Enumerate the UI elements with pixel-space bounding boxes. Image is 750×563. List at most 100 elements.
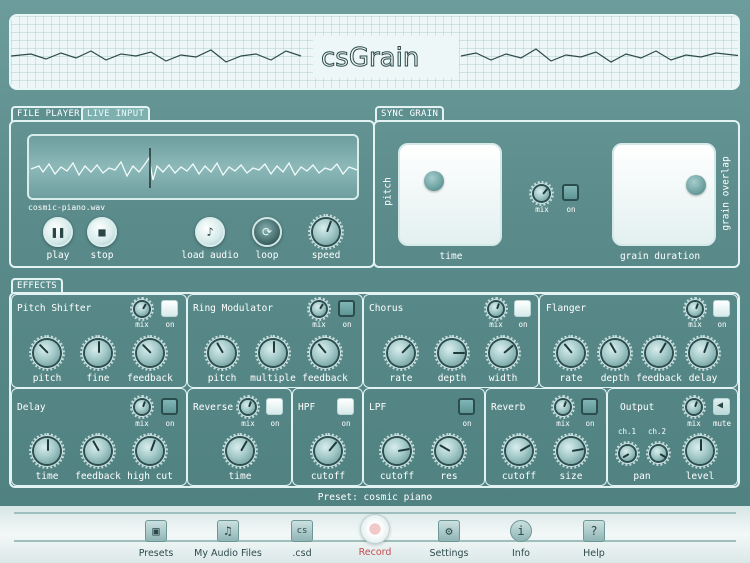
lpf-res-knob[interactable] [431,433,467,469]
chorus-width-knob[interactable] [485,335,521,371]
pitch-shifter-fine-label: fine [86,373,110,384]
reverb-title: Reverb [491,402,526,413]
nav-presets[interactable]: ▣ Presets [116,520,196,559]
lpf-cutoff-knob[interactable] [379,433,415,469]
chorus-rate-knob[interactable] [383,335,419,371]
chorus-width-label: width [488,373,518,384]
pitch-shifter-fine-knob[interactable] [80,335,116,371]
stop-button[interactable]: ■ [87,217,117,247]
nav-settings-label: Settings [429,548,469,559]
stop-label: stop [90,250,114,261]
flanger-feedback-label: feedback [636,373,682,384]
chorus-depth-knob[interactable] [434,335,470,371]
delay-on-toggle[interactable] [161,398,178,415]
speaker-icon: ◀ [717,400,724,411]
flanger-delay-knob[interactable] [685,335,721,371]
flanger-depth-knob[interactable] [597,335,633,371]
flanger-mix-knob[interactable] [683,297,707,321]
app-window: csGrain FILE PLAYER LIVE INPUT cosmic-pi… [0,0,750,563]
flanger-rate-knob[interactable] [553,335,589,371]
ring-modulator-mix-knob[interactable] [307,297,331,321]
output-mix-knob[interactable] [682,395,706,419]
reverb-size-knob[interactable] [553,433,589,469]
lpf-on-toggle[interactable] [458,398,475,415]
pitch-shifter-feedback-knob[interactable] [132,335,168,371]
load-audio-button[interactable]: ♪ [195,217,225,247]
ring-modulator-multiple-knob[interactable] [255,335,291,371]
speed-knob[interactable] [308,214,344,250]
reverse-mix-knob[interactable] [236,395,260,419]
delay-high-cut-knob[interactable] [132,433,168,469]
tab-file-player[interactable]: FILE PLAYER [11,106,86,121]
reverb-on-toggle[interactable] [581,398,598,415]
flanger-feedback-knob[interactable] [641,335,677,371]
nav-presets-label: Presets [138,548,174,559]
grain-pad-handle[interactable] [686,175,706,195]
nav-help[interactable]: ? Help [554,520,634,559]
pitch-shifter-pitch-knob[interactable] [29,335,65,371]
play-button[interactable]: ❚❚ [43,217,73,247]
reverse-mix-label: mix [241,419,255,428]
lpf-title: LPF [369,402,387,413]
delay-time-label: time [35,471,59,482]
sync-grain-on-label: on [566,205,576,214]
loop-icon: ⟳ [261,225,273,239]
flanger-on-toggle[interactable] [713,300,730,317]
pitch-shifter-mix-knob[interactable] [130,297,154,321]
info-icon: i [510,520,532,542]
chorus-on-toggle[interactable] [514,300,531,317]
reverse-time-knob[interactable] [222,433,258,469]
tab-live-input[interactable]: LIVE INPUT [81,106,151,121]
grain-duration-overlap-xy-pad[interactable] [612,143,716,246]
delay-feedback-knob[interactable] [80,433,116,469]
pitch-time-pad-handle[interactable] [424,171,444,191]
output-level-knob[interactable] [682,433,718,469]
pitch-shifter-mix-label: mix [135,320,149,329]
nav-my-audio-files-label: My Audio Files [194,548,262,559]
pan-ch1-knob[interactable] [615,441,640,466]
nav-csd-label: .csd [292,548,312,559]
nav-my-audio-files[interactable]: ♫ My Audio Files [188,520,268,559]
reverb-cutoff-knob[interactable] [501,433,537,469]
flanger-delay-label: delay [688,373,718,384]
tab-effects: EFFECTS [11,278,64,293]
delay-on-label: on [165,419,175,428]
sync-grain-on-toggle[interactable] [562,184,579,201]
delay-high-cut-label: high cut [127,471,173,482]
delay-time-knob[interactable] [29,433,65,469]
loop-toggle[interactable]: ⟳ [252,217,282,247]
nav-settings[interactable]: ⚙ Settings [409,520,489,559]
reverse-on-toggle[interactable] [266,398,283,415]
reverb-mix-knob[interactable] [551,395,575,419]
hpf-cutoff-knob[interactable] [310,433,346,469]
chorus-mix-knob[interactable] [484,297,508,321]
lpf-cutoff-label: cutoff [379,471,415,482]
load-audio-label: load audio [181,250,239,261]
nav-csd[interactable]: cs .csd [262,520,342,559]
nav-record[interactable]: Record [335,514,415,558]
nav-info[interactable]: i Info [481,520,561,559]
ring-modulator-feedback-knob[interactable] [307,335,343,371]
music-note-icon: ♪ [206,225,214,239]
pitch-shifter-on-toggle[interactable] [161,300,178,317]
ring-modulator-on-toggle[interactable] [338,300,355,317]
nav-info-label: Info [512,548,530,559]
reverse-time-label: time [228,471,252,482]
ch2-label: ch.2 [647,427,667,436]
delay-mix-knob[interactable] [130,395,154,419]
pitch-time-xy-pad[interactable] [398,143,502,246]
speed-label: speed [311,250,341,261]
pan-ch2-knob[interactable] [646,441,671,466]
hpf-on-toggle[interactable] [337,398,354,415]
ring-modulator-pitch-knob[interactable] [204,335,240,371]
sync-grain-mix-knob[interactable] [529,181,554,206]
output-title: Output [620,402,655,413]
filename-label: cosmic-piano.wav [28,203,106,212]
file-waveform-display[interactable] [27,134,359,200]
app-logo: csGrain [313,36,459,78]
time-axis-label: time [439,251,463,262]
pause-icon: ❚❚ [50,225,66,239]
preset-name-label: Preset: cosmic piano [317,492,433,503]
chorus-mix-label: mix [489,320,503,329]
mute-button[interactable]: ◀ [713,398,730,415]
